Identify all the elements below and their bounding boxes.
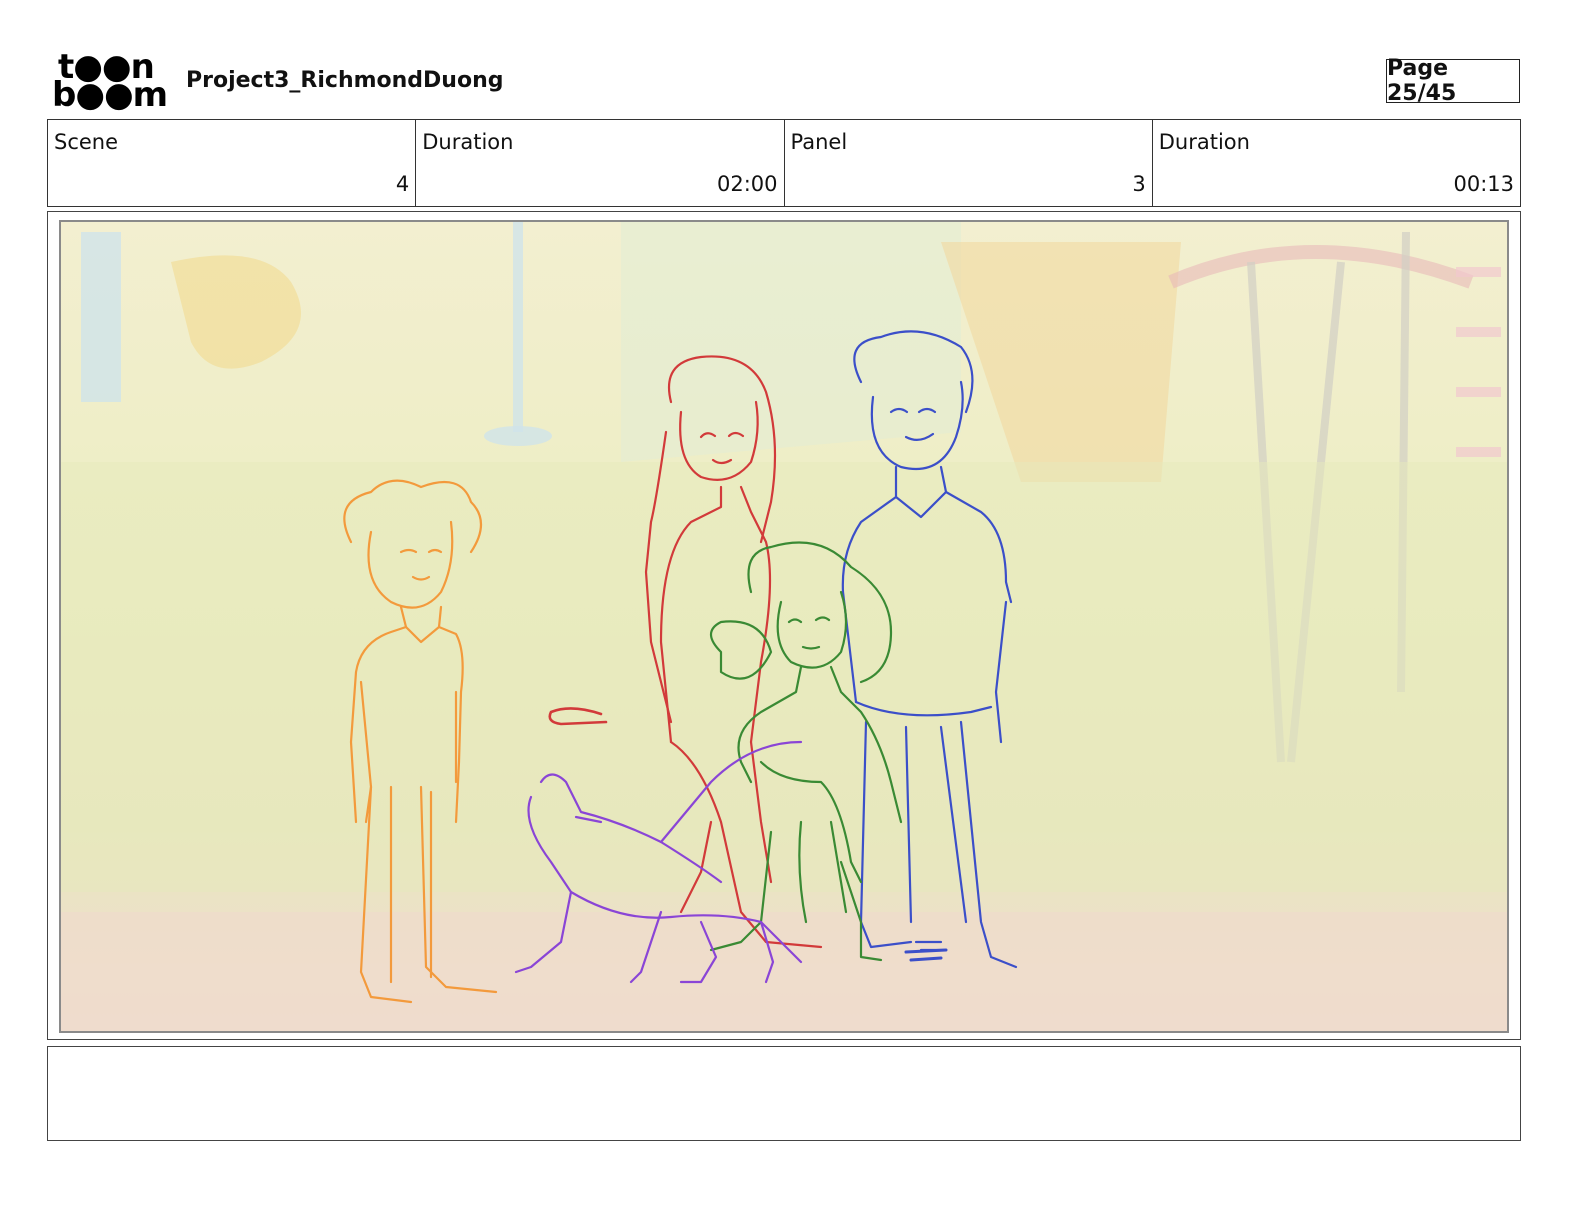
scene-label: Scene bbox=[54, 130, 119, 154]
playground-pole bbox=[513, 222, 523, 432]
panel-notes-box bbox=[47, 1046, 1521, 1141]
scene-duration-label: Duration bbox=[422, 130, 514, 154]
panel-sketch-svg bbox=[61, 222, 1507, 1031]
ground-band bbox=[61, 912, 1507, 1031]
panel-value: 3 bbox=[1132, 172, 1146, 196]
panel-duration-cell: Duration 00:13 bbox=[1151, 120, 1520, 206]
playground-tower bbox=[621, 222, 961, 462]
panel-drawing bbox=[59, 220, 1509, 1033]
panel-duration-value: 00:13 bbox=[1453, 172, 1514, 196]
panel-info-table: Scene 4 Duration 02:00 Panel 3 Duration … bbox=[47, 119, 1521, 207]
toonboom-logo: t●●n b●●m bbox=[52, 50, 168, 115]
grass-band bbox=[61, 462, 1507, 892]
playground-blue-post bbox=[81, 232, 121, 402]
panel-label: Panel bbox=[790, 130, 848, 154]
storyboard-panel bbox=[47, 211, 1521, 1040]
scene-duration-value: 02:00 bbox=[716, 172, 778, 196]
scene-value: 4 bbox=[395, 172, 410, 196]
playground-pole-base bbox=[484, 426, 552, 446]
scene-cell: Scene 4 bbox=[48, 120, 415, 206]
logo-text-bottom: b●●m bbox=[52, 75, 168, 115]
page-indicator: Page 25/45 bbox=[1386, 56, 1520, 106]
scene-duration-cell: Duration 02:00 bbox=[415, 120, 783, 206]
panel-cell: Panel 3 bbox=[783, 120, 1152, 206]
panel-duration-label: Duration bbox=[1158, 130, 1250, 154]
project-title: Project3_RichmondDuong bbox=[186, 68, 504, 93]
